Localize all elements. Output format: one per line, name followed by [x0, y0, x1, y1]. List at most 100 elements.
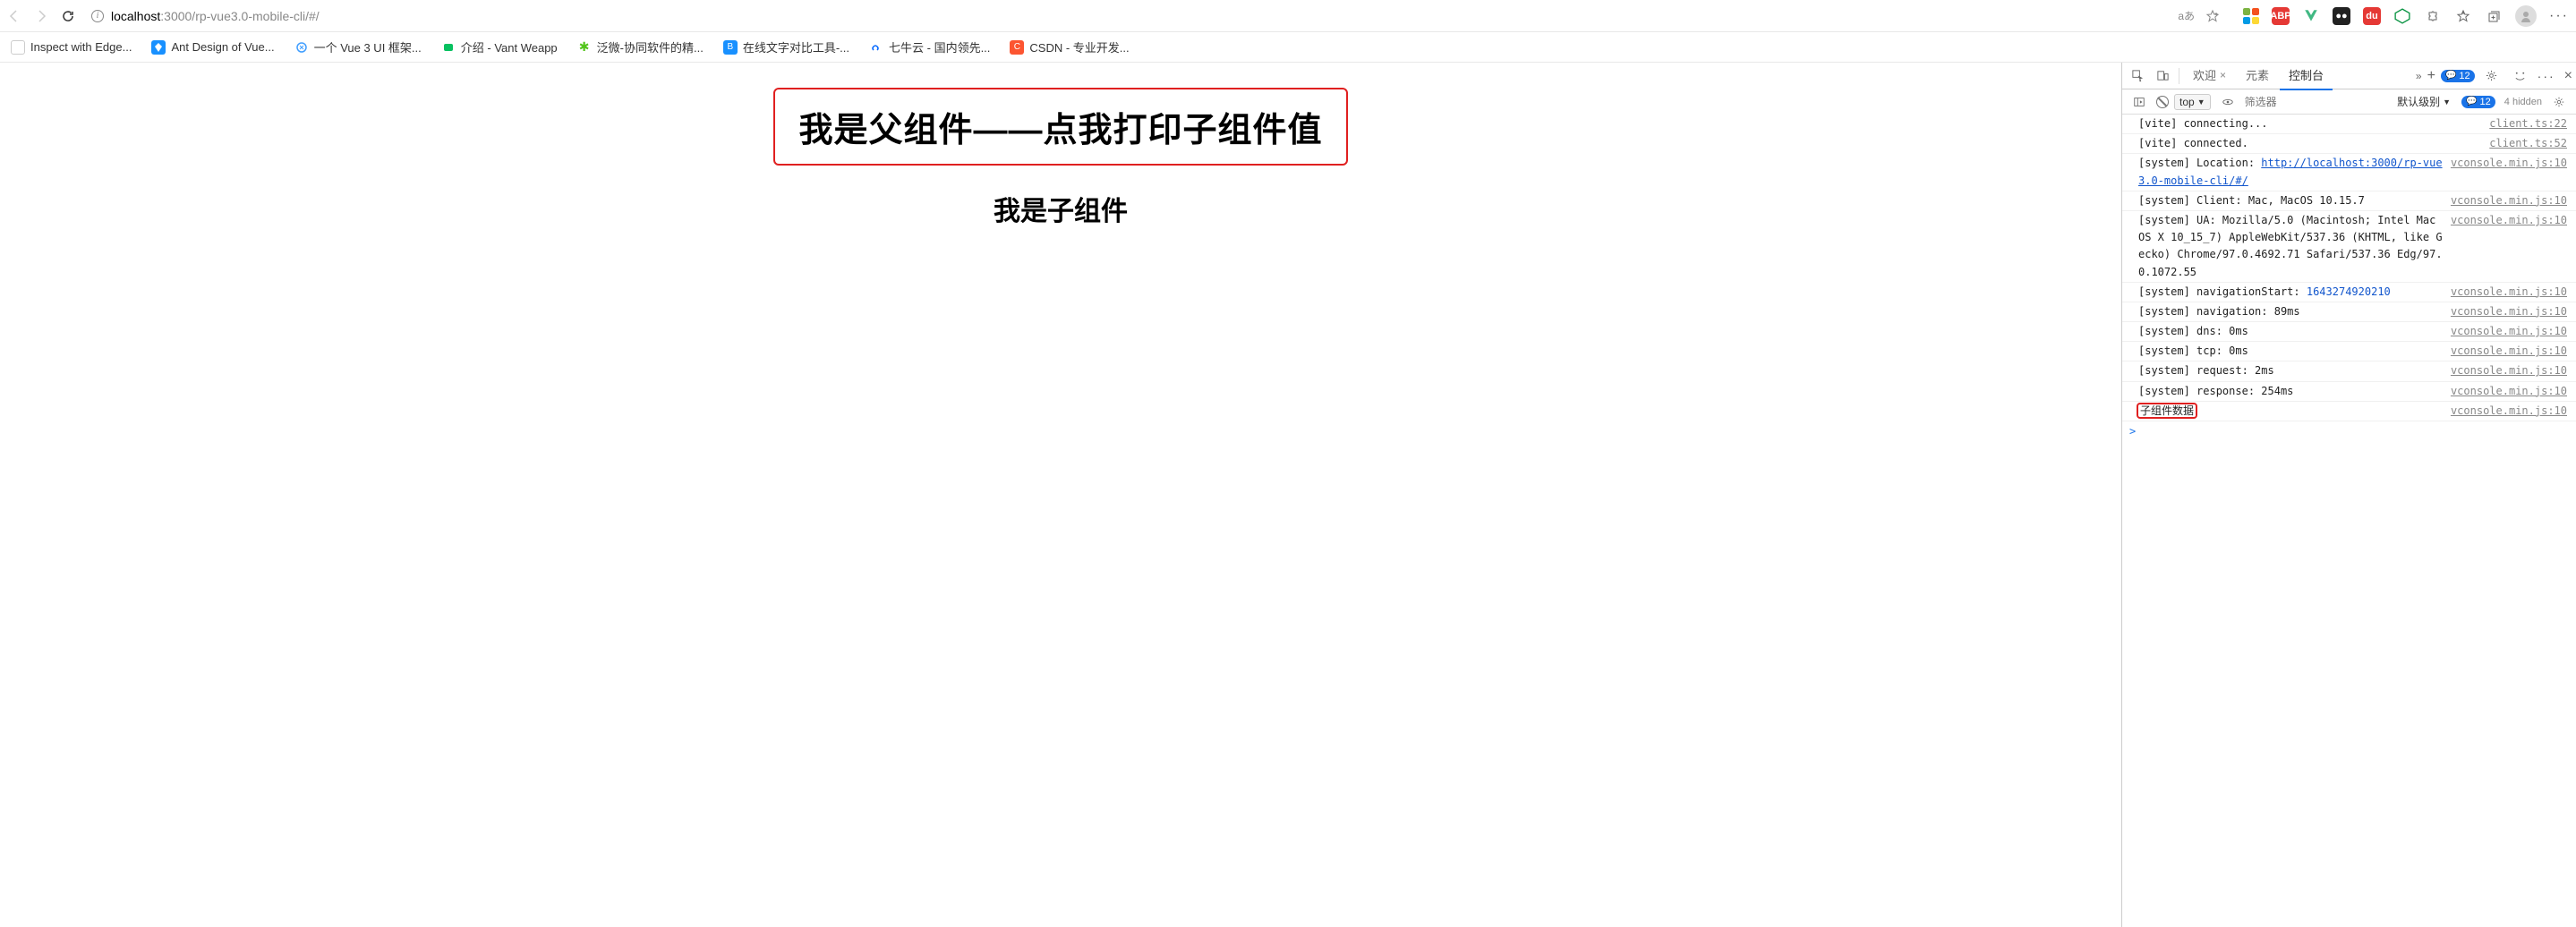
- activity-icon[interactable]: [2512, 68, 2529, 84]
- profile-avatar[interactable]: [2515, 5, 2537, 27]
- context-selector[interactable]: top▼: [2174, 94, 2211, 110]
- bookmark-item[interactable]: B 在线文字对比工具-...: [723, 38, 849, 55]
- child-component-text: 我是子组件: [25, 189, 2096, 228]
- bookmark-item[interactable]: 七牛云 - 国内领先...: [869, 38, 990, 55]
- hidden-count: 4 hidden: [2504, 97, 2542, 107]
- source-link[interactable]: client.ts:22: [2489, 115, 2567, 132]
- bookmark-icon: C: [1010, 40, 1024, 55]
- tab-welcome[interactable]: 欢迎×: [2184, 61, 2235, 90]
- sidebar-toggle-icon[interactable]: [2131, 94, 2147, 110]
- site-info-icon[interactable]: i: [91, 10, 104, 22]
- close-icon[interactable]: ×: [2220, 69, 2226, 81]
- console-log-row: [system] tcp: 0msvconsole.min.js:10: [2122, 342, 2576, 361]
- console-log-row: [system] navigation: 89msvconsole.min.js…: [2122, 302, 2576, 322]
- url-text: localhost:3000/rp-vue3.0-mobile-cli/#/: [111, 9, 320, 23]
- console-log-row: [system] navigationStart: 1643274920210v…: [2122, 283, 2576, 302]
- parent-component-box[interactable]: 我是父组件——点我打印子组件值: [773, 88, 1347, 166]
- forward-button[interactable]: [34, 9, 48, 23]
- console-log-row: [system] Location: http://localhost:3000…: [2122, 154, 2576, 191]
- nginx-extension-icon[interactable]: [2393, 7, 2411, 25]
- favorites-icon[interactable]: [2454, 7, 2472, 25]
- console-log-row: 子组件数据 vconsole.min.js:10: [2122, 402, 2576, 421]
- issues-badge-small[interactable]: 💬12: [2461, 96, 2495, 108]
- bookmarks-bar: Inspect with Edge... Ant Design of Vue..…: [0, 32, 2576, 63]
- source-link[interactable]: vconsole.min.js:10: [2451, 212, 2567, 281]
- bookmark-item[interactable]: ✱ 泛微-协同软件的精...: [577, 38, 704, 55]
- parent-component-text: 我是父组件——点我打印子组件值: [798, 102, 1322, 151]
- tab-console[interactable]: 控制台: [2280, 61, 2333, 90]
- console-log-row: [vite] connected.client.ts:52: [2122, 134, 2576, 154]
- inspect-element-icon[interactable]: [2129, 68, 2145, 84]
- bookmark-icon: [11, 40, 25, 55]
- bookmark-item[interactable]: 一个 Vue 3 UI 框架...: [294, 38, 422, 55]
- devtools-panel: 欢迎× 元素 控制台 » + 💬12 ··· × top▼ 默认级别▼ 💬12 …: [2121, 63, 2576, 927]
- log-level-selector[interactable]: 默认级别▼: [2397, 94, 2451, 109]
- device-toggle-icon[interactable]: [2154, 68, 2171, 84]
- highlighted-log: 子组件数据: [2137, 403, 2197, 419]
- console-settings-icon[interactable]: [2551, 94, 2567, 110]
- source-link[interactable]: vconsole.min.js:10: [2451, 192, 2567, 209]
- baidu-extension-icon[interactable]: du: [2363, 7, 2381, 25]
- source-link[interactable]: vconsole.min.js:10: [2451, 383, 2567, 400]
- tab-elements[interactable]: 元素: [2237, 61, 2278, 90]
- source-link[interactable]: client.ts:52: [2489, 135, 2567, 152]
- extensions-row: ABP ●● du ···: [2243, 5, 2569, 27]
- source-link[interactable]: vconsole.min.js:10: [2451, 155, 2567, 189]
- console-log-row: [system] UA: Mozilla/5.0 (Macintosh; Int…: [2122, 211, 2576, 283]
- live-expression-icon[interactable]: [2220, 94, 2236, 110]
- bookmark-item[interactable]: Ant Design of Vue...: [151, 40, 274, 55]
- bookmark-item[interactable]: 介绍 - Vant Weapp: [441, 38, 558, 55]
- source-link[interactable]: vconsole.min.js:10: [2451, 303, 2567, 320]
- bookmark-icon: [441, 40, 456, 55]
- bookmark-icon: [294, 40, 309, 55]
- more-tabs-icon[interactable]: »: [2416, 70, 2422, 82]
- apps-icon[interactable]: [2243, 8, 2259, 24]
- devtools-tabs: 欢迎× 元素 控制台 » + 💬12 ··· ×: [2122, 63, 2576, 89]
- bookmark-label: 介绍 - Vant Weapp: [461, 38, 558, 55]
- more-menu-icon[interactable]: ···: [2549, 8, 2569, 24]
- new-tab-icon[interactable]: +: [2427, 68, 2435, 84]
- source-link[interactable]: vconsole.min.js:10: [2451, 284, 2567, 301]
- bookmark-label: CSDN - 专业开发...: [1029, 38, 1129, 55]
- bookmark-icon: ✱: [577, 40, 592, 55]
- source-link[interactable]: vconsole.min.js:10: [2451, 403, 2567, 420]
- favorite-icon[interactable]: [2205, 9, 2220, 23]
- devtools-menu-icon[interactable]: ···: [2538, 69, 2555, 83]
- bookmark-label: 泛微-协同软件的精...: [597, 38, 704, 55]
- console-filter-input[interactable]: [2245, 96, 2334, 108]
- bookmark-icon: B: [723, 40, 738, 55]
- extensions-menu-icon[interactable]: [2424, 7, 2442, 25]
- bookmark-label: 七牛云 - 国内领先...: [889, 38, 990, 55]
- source-link[interactable]: vconsole.min.js:10: [2451, 323, 2567, 340]
- browser-toolbar: i localhost:3000/rp-vue3.0-mobile-cli/#/…: [0, 0, 2576, 32]
- console-log-row: [system] dns: 0msvconsole.min.js:10: [2122, 322, 2576, 342]
- source-link[interactable]: vconsole.min.js:10: [2451, 362, 2567, 379]
- settings-icon[interactable]: [2484, 68, 2500, 84]
- bookmark-label: 一个 Vue 3 UI 框架...: [314, 38, 422, 55]
- back-button[interactable]: [7, 9, 21, 23]
- close-devtools-icon[interactable]: ×: [2564, 68, 2572, 84]
- console-toolbar: top▼ 默认级别▼ 💬12 4 hidden: [2122, 89, 2576, 115]
- reader-mode-icon[interactable]: aあ: [2178, 8, 2195, 23]
- bookmark-label: 在线文字对比工具-...: [743, 38, 849, 55]
- bookmark-item[interactable]: Inspect with Edge...: [11, 40, 132, 55]
- bookmark-item[interactable]: C CSDN - 专业开发...: [1010, 38, 1129, 55]
- console-prompt[interactable]: >: [2122, 421, 2576, 442]
- abp-extension-icon[interactable]: ABP: [2272, 7, 2290, 25]
- extension-icon-4[interactable]: ●●: [2333, 7, 2350, 25]
- issues-badge[interactable]: 💬12: [2441, 70, 2475, 82]
- collections-icon[interactable]: [2485, 7, 2503, 25]
- bookmark-icon: [151, 40, 166, 55]
- bookmark-label: Inspect with Edge...: [30, 40, 132, 54]
- console-log-row: [vite] connecting...client.ts:22: [2122, 115, 2576, 134]
- address-bar[interactable]: i localhost:3000/rp-vue3.0-mobile-cli/#/…: [82, 4, 2229, 29]
- refresh-button[interactable]: [61, 9, 75, 23]
- bookmark-icon: [869, 40, 883, 55]
- clear-console-icon[interactable]: [2156, 96, 2169, 108]
- vue-extension-icon[interactable]: [2302, 7, 2320, 25]
- console-output[interactable]: [vite] connecting...client.ts:22 [vite] …: [2122, 115, 2576, 927]
- bookmark-label: Ant Design of Vue...: [171, 40, 274, 54]
- console-log-row: [system] response: 254msvconsole.min.js:…: [2122, 382, 2576, 402]
- source-link[interactable]: vconsole.min.js:10: [2451, 343, 2567, 360]
- console-log-row: [system] Client: Mac, MacOS 10.15.7vcons…: [2122, 191, 2576, 211]
